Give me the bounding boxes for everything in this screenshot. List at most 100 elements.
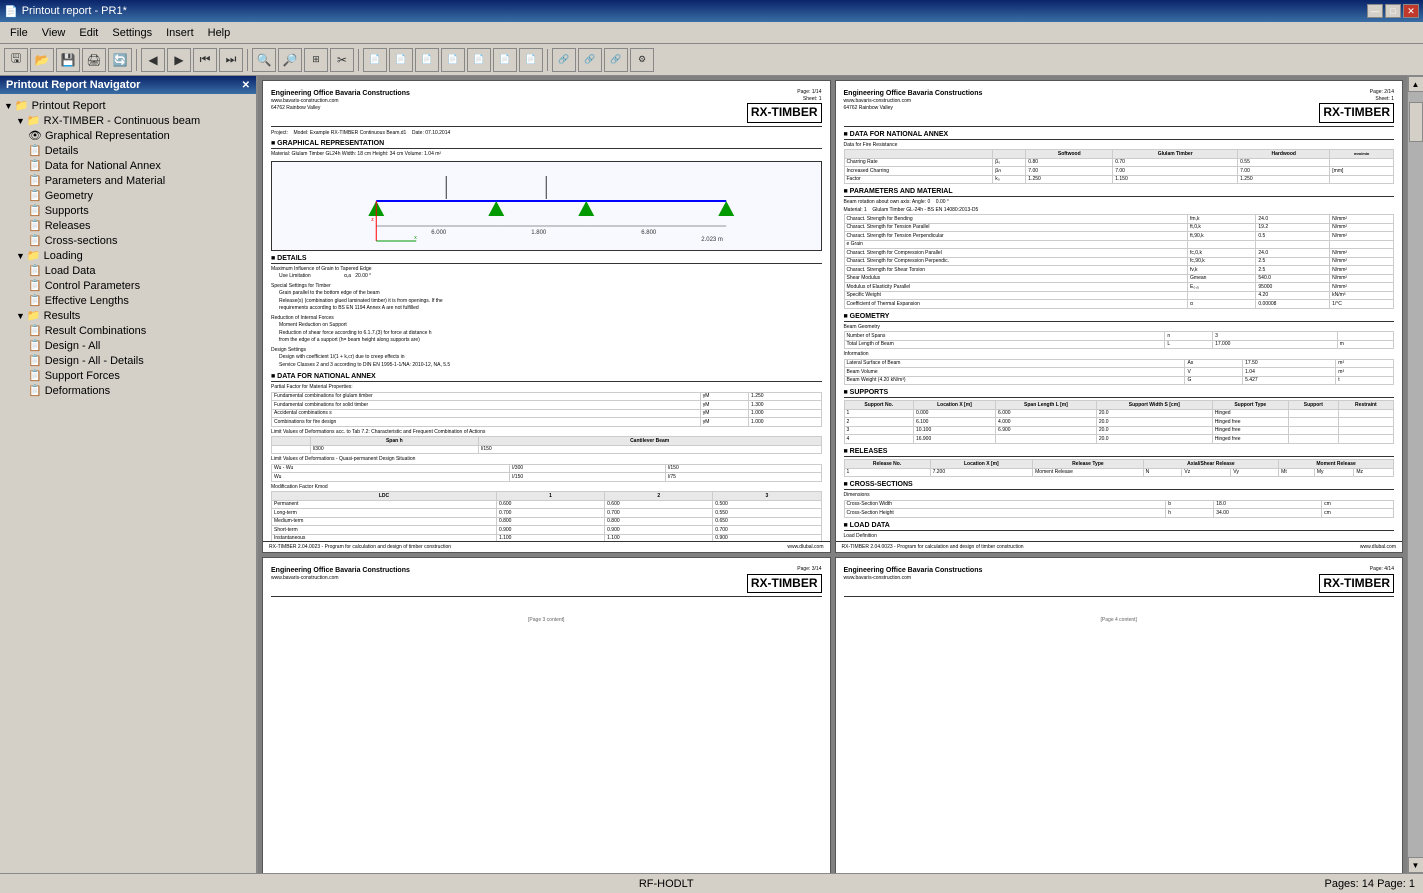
zoom-in-button[interactable]: 🔍 bbox=[252, 48, 276, 72]
doc4-button[interactable]: 📄 bbox=[441, 48, 465, 72]
open-button[interactable]: 📂 bbox=[30, 48, 54, 72]
content-area[interactable]: Engineering Office Bavaria Constructions… bbox=[258, 76, 1407, 873]
scroll-track[interactable] bbox=[1408, 92, 1423, 857]
tree-item-effective[interactable]: 📋 Effective Lengths bbox=[0, 293, 256, 308]
tree-item-deformations[interactable]: 📋 Deformations bbox=[0, 383, 256, 398]
link3-button[interactable]: 🔗 bbox=[604, 48, 628, 72]
tree-label-details: Details bbox=[45, 145, 79, 157]
expand-results[interactable]: ▼ bbox=[16, 311, 25, 321]
toolbar: 🖫 📂 💾 🖨 🔄 ◀ ▶ ⏮ ⏭ 🔍 🔎 ⊞ ✂ 📄 📄 📄 📄 📄 📄 📄 … bbox=[0, 44, 1423, 76]
tree-item-graphical[interactable]: 👁 Graphical Representation bbox=[0, 128, 256, 143]
sidebar: Printout Report Navigator ✕ ▼ 📁 Printout… bbox=[0, 76, 258, 873]
menu-file[interactable]: File bbox=[4, 25, 34, 41]
page-content-1: Engineering Office Bavaria Constructions… bbox=[263, 81, 830, 552]
sidebar-close-button[interactable]: ✕ bbox=[242, 80, 250, 91]
page-icon-result-combos: 📋 bbox=[28, 324, 42, 337]
tree-label-load-data: Load Data bbox=[45, 265, 96, 277]
expand-loading[interactable]: ▼ bbox=[16, 251, 25, 261]
expand-rx-timber[interactable]: ▼ bbox=[16, 116, 25, 126]
svg-text:2.023 m: 2.023 m bbox=[701, 237, 723, 243]
pg1-footer-left: RX-TIMBER 2.04.0023 - Program for calcul… bbox=[269, 544, 451, 550]
zoom-out-button[interactable]: 🔎 bbox=[278, 48, 302, 72]
tree-item-root[interactable]: ▼ 📁 Printout Report bbox=[0, 98, 256, 113]
pg1-logo: RX-TIMBER bbox=[747, 103, 822, 123]
menu-settings[interactable]: Settings bbox=[106, 25, 158, 41]
menu-edit[interactable]: Edit bbox=[73, 25, 104, 41]
pg4-company: Engineering Office Bavaria Constructions bbox=[844, 566, 983, 575]
scroll-down-button[interactable]: ▼ bbox=[1408, 857, 1423, 873]
pg1-footer-right: www.dlubal.com bbox=[787, 544, 823, 550]
fit-button[interactable]: ⊞ bbox=[304, 48, 328, 72]
tree-item-load-data[interactable]: 📋 Load Data bbox=[0, 263, 256, 278]
pg2-geometry-content: Beam Geometry Number of Spansn3 Total Le… bbox=[844, 324, 1395, 386]
pg1-pagenum: 1/14 bbox=[812, 89, 822, 95]
save-button[interactable]: 💾 bbox=[56, 48, 80, 72]
page-content-4: Engineering Office Bavaria Constructions… bbox=[836, 558, 1403, 873]
tree-item-supports[interactable]: 📋 Supports bbox=[0, 203, 256, 218]
refresh-button[interactable]: 🔄 bbox=[108, 48, 132, 72]
settings-tool-button[interactable]: ⚙ bbox=[630, 48, 654, 72]
tree-item-results[interactable]: ▼ 📁 Results bbox=[0, 308, 256, 323]
doc1-button[interactable]: 📄 bbox=[363, 48, 387, 72]
status-center: RF-HODLT bbox=[639, 878, 694, 890]
back-button[interactable]: ◀ bbox=[141, 48, 165, 72]
vertical-scrollbar[interactable]: ▲ ▼ bbox=[1407, 76, 1423, 873]
last-button[interactable]: ⏭ bbox=[219, 48, 243, 72]
doc5-button[interactable]: 📄 bbox=[467, 48, 491, 72]
tree-item-design-all[interactable]: 📋 Design - All bbox=[0, 338, 256, 353]
page-icon-effective: 📋 bbox=[28, 294, 42, 307]
status-right: Pages: 14 Page: 1 bbox=[1324, 878, 1415, 890]
expand-root[interactable]: ▼ bbox=[4, 101, 13, 111]
tree-item-releases[interactable]: 📋 Releases bbox=[0, 218, 256, 233]
pg1-company: Engineering Office Bavaria Constructions bbox=[271, 89, 410, 98]
tree-item-support-forces[interactable]: 📋 Support Forces bbox=[0, 368, 256, 383]
page-icon-control: 📋 bbox=[28, 279, 42, 292]
tree-item-rx-timber[interactable]: ▼ 📁 RX-TIMBER - Continuous beam bbox=[0, 113, 256, 128]
doc3-button[interactable]: 📄 bbox=[415, 48, 439, 72]
pg2-cross-content: Dimensions Cross-Section Widthb18.0cm Cr… bbox=[844, 492, 1395, 518]
tree-item-params[interactable]: 📋 Parameters and Material bbox=[0, 173, 256, 188]
tree-item-design-all-details[interactable]: 📋 Design - All - Details bbox=[0, 353, 256, 368]
tree-item-cross-sections[interactable]: 📋 Cross-sections bbox=[0, 233, 256, 248]
print-button[interactable]: 🖨 bbox=[82, 48, 106, 72]
scroll-thumb[interactable] bbox=[1409, 102, 1423, 142]
first-button[interactable]: ⏮ bbox=[193, 48, 217, 72]
doc7-button[interactable]: 📄 bbox=[519, 48, 543, 72]
tree-item-loading[interactable]: ▼ 📁 Loading bbox=[0, 248, 256, 263]
tree-item-control[interactable]: 📋 Control Parameters bbox=[0, 278, 256, 293]
cut-button[interactable]: ✂ bbox=[330, 48, 354, 72]
scroll-up-button[interactable]: ▲ bbox=[1408, 76, 1423, 92]
svg-text:z: z bbox=[371, 217, 374, 223]
doc6-button[interactable]: 📄 bbox=[493, 48, 517, 72]
pg1-details-content: Maximum Influence of Grain to Tapered Ed… bbox=[271, 266, 822, 370]
pg1-model: Model: Example RX-TIMBER Continuous Beam… bbox=[294, 130, 407, 136]
tree-item-result-combos[interactable]: 📋 Result Combinations bbox=[0, 323, 256, 338]
tree-item-national[interactable]: 📋 Data for National Annex bbox=[0, 158, 256, 173]
pg1-date: Date: 07.10.2014 bbox=[412, 130, 450, 136]
minimize-button[interactable]: — bbox=[1367, 4, 1383, 18]
pg2-sec-releases: ■ RELEASES bbox=[844, 447, 1395, 457]
page-icon-design-details: 📋 bbox=[28, 354, 42, 367]
menu-help[interactable]: Help bbox=[202, 25, 237, 41]
pg2-sec-national: ■ DATA FOR NATIONAL ANNEX bbox=[844, 130, 1395, 140]
menu-view[interactable]: View bbox=[36, 25, 72, 41]
pg2-address: 64762 Rainbow Valley bbox=[844, 105, 983, 112]
title-bar-left: 📄 Printout report - PR1* bbox=[4, 5, 127, 18]
menu-insert[interactable]: Insert bbox=[160, 25, 200, 41]
page-icon-geometry: 📋 bbox=[28, 189, 42, 202]
pg2-supports-content: Support No.Location X [m]Span Length L [… bbox=[844, 400, 1395, 444]
pg1-sec-details: ■ DETAILS bbox=[271, 254, 822, 264]
link2-button[interactable]: 🔗 bbox=[578, 48, 602, 72]
pg2-footer: RX-TIMBER 2.04.0023 - Program for calcul… bbox=[836, 541, 1403, 552]
pg2-sec-params: ■ PARAMETERS AND MATERIAL bbox=[844, 187, 1395, 197]
forward-button[interactable]: ▶ bbox=[167, 48, 191, 72]
tree-container[interactable]: ▼ 📁 Printout Report ▼ 📁 RX-TIMBER - Cont… bbox=[0, 94, 256, 873]
close-button[interactable]: ✕ bbox=[1403, 4, 1419, 18]
tree-item-details[interactable]: 📋 Details bbox=[0, 143, 256, 158]
new-button[interactable]: 🖫 bbox=[4, 48, 28, 72]
tree-item-geometry[interactable]: 📋 Geometry bbox=[0, 188, 256, 203]
link1-button[interactable]: 🔗 bbox=[552, 48, 576, 72]
doc2-button[interactable]: 📄 bbox=[389, 48, 413, 72]
maximize-button[interactable]: □ bbox=[1385, 4, 1401, 18]
tree-label-rx-timber: RX-TIMBER - Continuous beam bbox=[44, 115, 201, 127]
